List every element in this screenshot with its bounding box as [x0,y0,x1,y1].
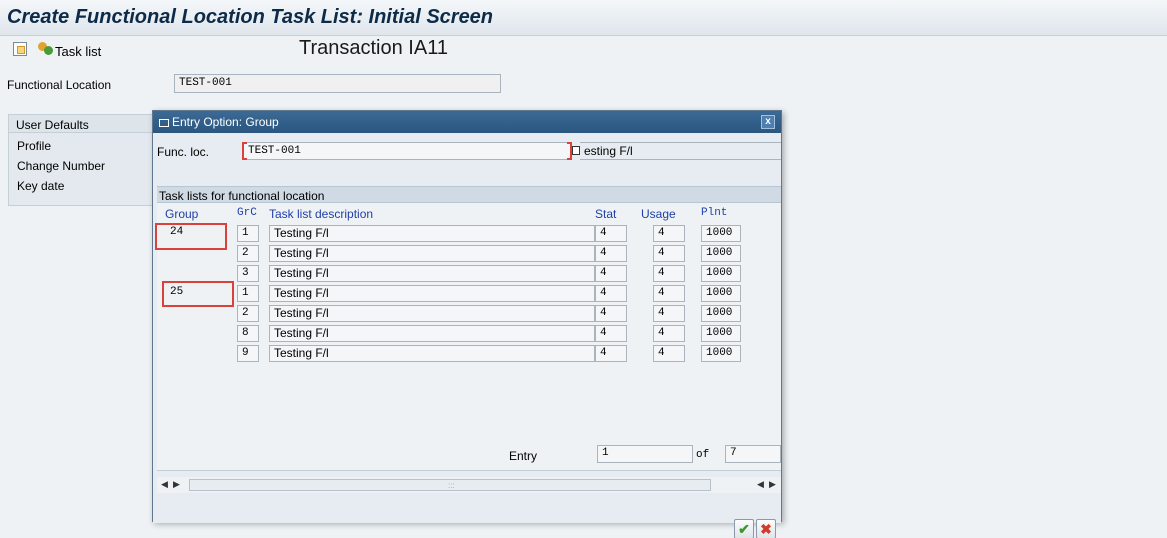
of-label: of [696,449,710,461]
plnt-cell[interactable]: 1000 [701,285,741,302]
copy-document-icon[interactable] [13,42,27,56]
grc-cell[interactable]: 1 [237,225,259,242]
plnt-cell[interactable]: 1000 [701,345,741,362]
usage-cell[interactable]: 4 [653,265,685,282]
func-loc-label: Func. loc. [157,145,210,159]
plnt-cell[interactable]: 1000 [701,325,741,342]
ok-button[interactable]: ✔ [734,519,754,538]
stat-cell[interactable]: 4 [595,305,627,322]
usage-cell[interactable]: 4 [653,225,685,242]
scroll-grip-icon[interactable]: ::: [448,481,455,490]
profile-label: Profile [17,139,52,153]
stat-cell[interactable]: 4 [595,325,627,342]
search-help-icon[interactable] [572,146,580,155]
grc-cell[interactable]: 3 [237,265,259,282]
stat-cell[interactable]: 4 [595,245,627,262]
entry-input[interactable]: 1 [597,445,693,463]
total-entries: 7 [725,445,781,463]
close-button[interactable]: x [761,115,775,129]
scroll-left-icon[interactable]: ◀ [161,479,168,490]
horizontal-scrollbar[interactable]: ◀ ▶ ::: ◀ ▶ [157,477,781,493]
user-defaults-panel: User Defaults Profile Change Number Key … [8,114,158,206]
functional-location-input[interactable]: TEST-001 [174,74,501,93]
grc-cell[interactable]: 1 [237,285,259,302]
group-25-highlight [162,281,234,307]
window-title-bar: Create Functional Location Task List: In… [0,0,1167,36]
stat-cell[interactable]: 4 [595,285,627,302]
usage-cell[interactable]: 4 [653,305,685,322]
description-cell[interactable]: Testing F/l [269,345,595,362]
change-number-label: Change Number [17,159,106,173]
window-title: Create Functional Location Task List: In… [7,6,494,28]
toolbar: Task list [0,36,1167,66]
plnt-cell[interactable]: 1000 [701,305,741,322]
usage-cell[interactable]: 4 [653,245,685,262]
task-list-icon[interactable] [38,42,53,56]
col-header-group[interactable]: Group [165,207,198,221]
dialog-title-bar: Entry Option: Group x [153,111,781,133]
dialog-window-icon [159,119,169,127]
plnt-cell[interactable]: 1000 [701,265,741,282]
scroll-track[interactable]: ::: [189,479,711,491]
stat-cell[interactable]: 4 [595,345,627,362]
dialog-title: Entry Option: Group [172,115,279,129]
col-header-grc[interactable]: GrC [237,207,257,219]
func-loc-description: esting F/l [580,142,781,160]
scroll-right-end-icon[interactable]: ▶ [769,479,776,490]
col-header-description[interactable]: Task list description [269,207,373,221]
group-24-highlight [155,223,227,250]
task-list-table: Group GrC Task list description Stat Usa… [155,203,781,471]
grc-cell[interactable]: 9 [237,345,259,362]
grc-cell[interactable]: 2 [237,245,259,262]
description-cell[interactable]: Testing F/l [269,225,595,242]
plnt-cell[interactable]: 1000 [701,225,741,242]
col-header-plnt[interactable]: Plnt [701,207,727,219]
functional-location-label: Functional Location [7,78,112,92]
col-header-stat[interactable]: Stat [595,207,616,221]
plnt-cell[interactable]: 1000 [701,245,741,262]
transaction-annotation: Transaction IA11 [299,37,448,59]
highlight-left-bracket [242,142,247,160]
cancel-button[interactable]: ✖ [756,519,776,538]
description-cell[interactable]: Testing F/l [269,285,595,302]
section-header: Task lists for functional location [157,186,781,203]
key-date-label: Key date [17,179,65,193]
entry-option-dialog: Entry Option: Group x Func. loc. TEST-00… [152,110,782,538]
task-list-button[interactable]: Task list [55,44,101,59]
col-header-usage[interactable]: Usage [641,207,676,221]
usage-cell[interactable]: 4 [653,325,685,342]
description-cell[interactable]: Testing F/l [269,245,595,262]
func-loc-input[interactable]: TEST-001 [243,142,571,160]
scroll-left-end-icon[interactable]: ◀ [757,479,764,490]
scroll-right-icon[interactable]: ▶ [173,479,180,490]
user-defaults-header: User Defaults [9,115,157,133]
usage-cell[interactable]: 4 [653,345,685,362]
description-cell[interactable]: Testing F/l [269,265,595,282]
dialog-body: Func. loc. TEST-001 esting F/l Task list… [153,133,781,538]
description-cell[interactable]: Testing F/l [269,325,595,342]
description-cell[interactable]: Testing F/l [269,305,595,322]
grc-cell[interactable]: 8 [237,325,259,342]
stat-cell[interactable]: 4 [595,225,627,242]
entry-label: Entry [509,449,538,463]
usage-cell[interactable]: 4 [653,285,685,302]
stat-cell[interactable]: 4 [595,265,627,282]
grc-cell[interactable]: 2 [237,305,259,322]
